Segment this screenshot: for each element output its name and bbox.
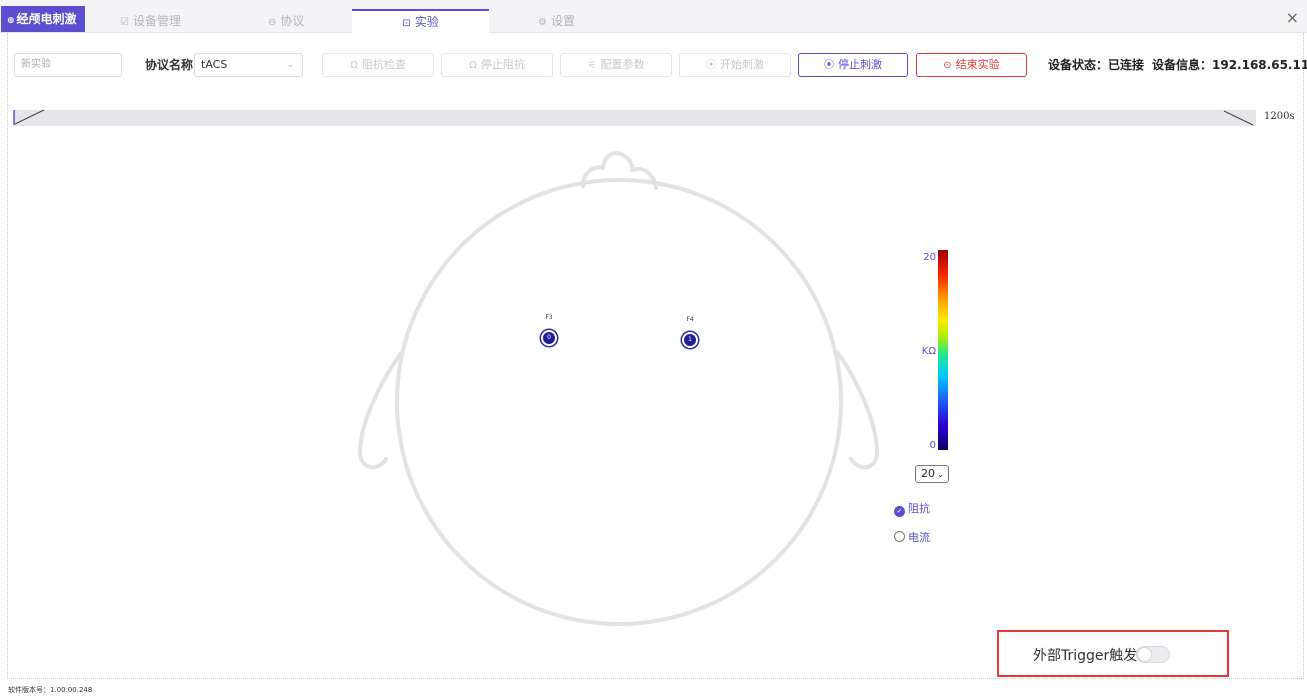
radio-label: 电流 <box>908 531 930 544</box>
impedance-colorbar <box>938 250 948 450</box>
mode-radio-impedance[interactable]: ✓ 阻抗 <box>894 502 930 517</box>
electrode-f4[interactable]: F4 1 <box>675 316 705 348</box>
head-map <box>358 151 879 626</box>
right-ear <box>835 350 879 470</box>
external-trigger-toggle[interactable] <box>1136 646 1170 663</box>
electrode-dot: 0 <box>541 330 557 346</box>
electrode-label: F4 <box>686 316 694 323</box>
electrode-label: F3 <box>545 314 553 321</box>
external-trigger-label: 外部Trigger触发 <box>1033 648 1138 664</box>
colorbar-unit-label: KΩ <box>921 346 936 357</box>
chevron-down-icon: ⌄ <box>937 470 944 479</box>
head-outline <box>395 178 843 626</box>
radio-checked-icon: ✓ <box>894 506 905 517</box>
external-trigger-panel: 外部Trigger触发 <box>997 630 1229 677</box>
electrode-dot: 1 <box>682 332 698 348</box>
range-select-value: 20 <box>921 467 935 480</box>
electrode-f3[interactable]: F3 0 <box>534 314 564 346</box>
radio-unchecked-icon <box>894 531 905 542</box>
colorbar-min-label: 0 <box>929 440 936 451</box>
app-window: ⊕ 经颅电刺激 ☑ 设备管理 ⊖ 协议 ⊡ 实验 ⚙ 设置 × 新实验 协议名称 tACS… <box>0 0 1307 697</box>
radio-label: 阻抗 <box>908 502 930 515</box>
colorbar-range-select[interactable]: 20 ⌄ <box>915 465 949 483</box>
toggle-knob <box>1138 648 1151 661</box>
colorbar-max-label: 20 <box>923 252 936 263</box>
software-version: 软件版本号：1.00.00.248 <box>8 686 93 694</box>
mode-radio-current[interactable]: 电流 <box>894 531 930 545</box>
